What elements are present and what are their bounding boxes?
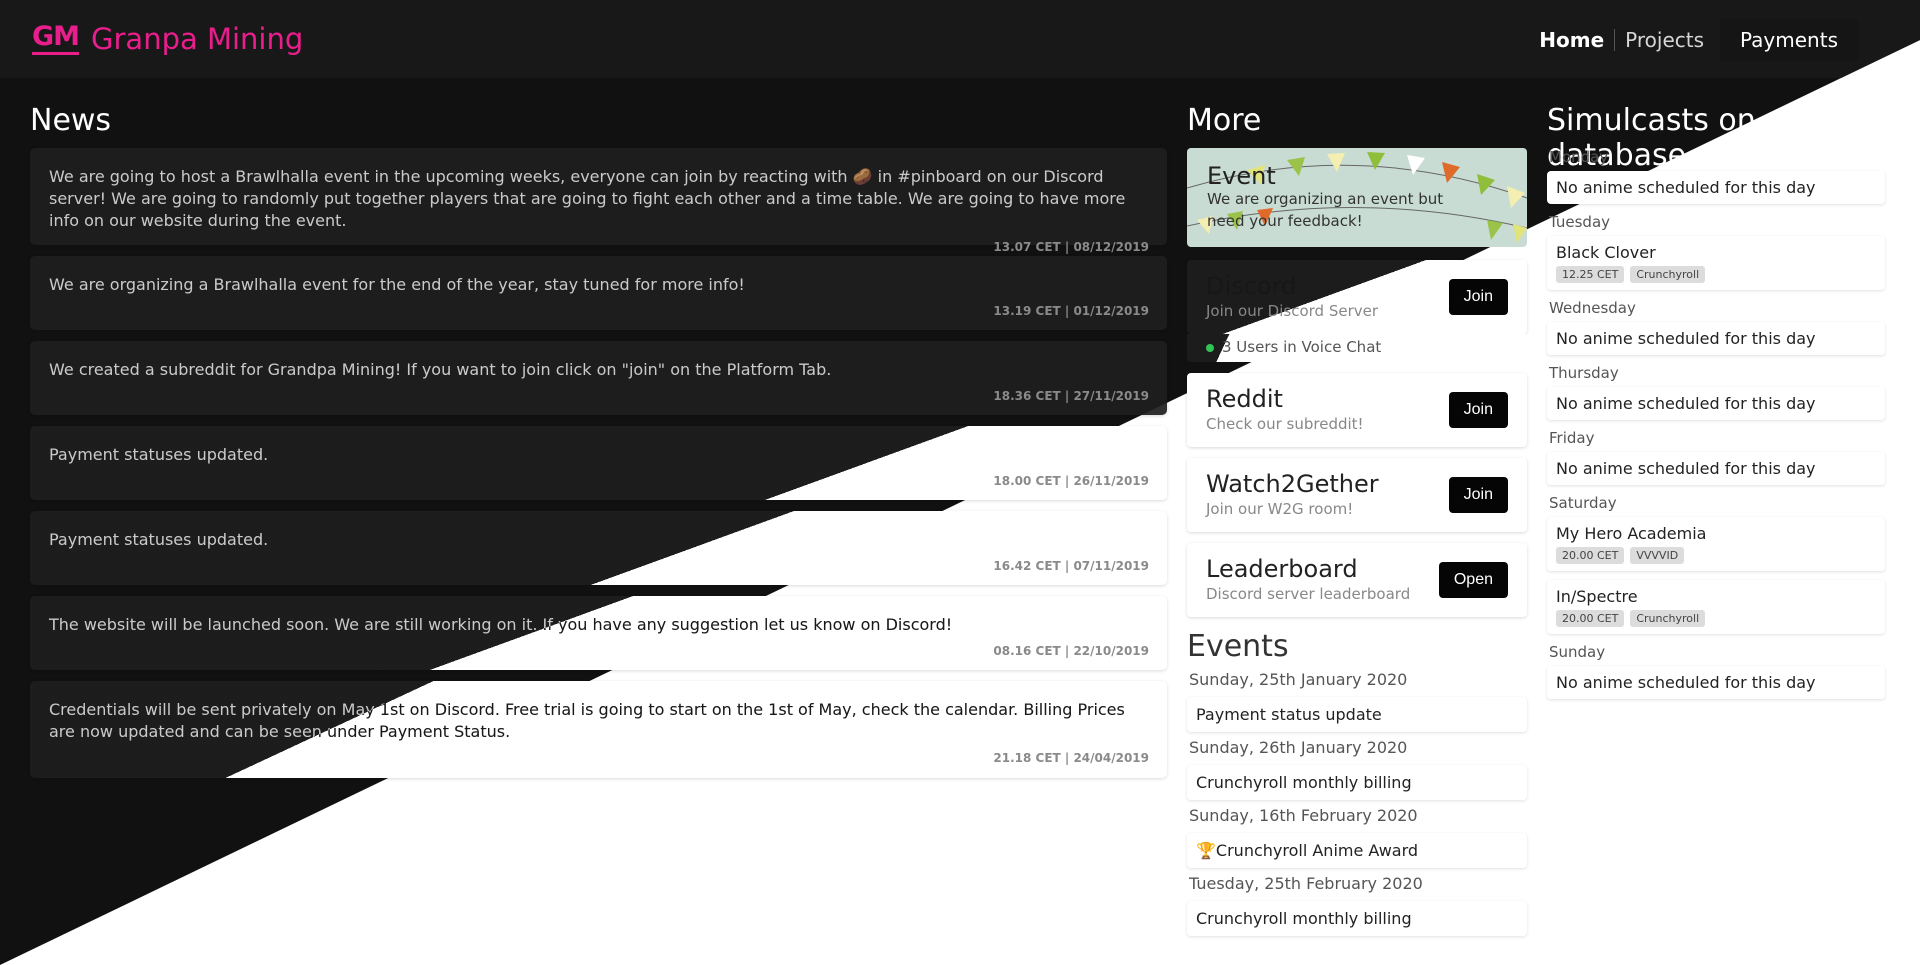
leaderboard-subtitle: Discord server leaderboard xyxy=(1206,585,1411,603)
news-item: Payment statuses updated. 16.42 CET | 07… xyxy=(30,511,1167,585)
sim-day-label: Thursday xyxy=(1549,364,1619,382)
watch2gether-subtitle: Join our W2G room! xyxy=(1206,500,1354,518)
news-text: The website will be launched soon. We ar… xyxy=(49,615,953,634)
reddit-join-button[interactable]: Join xyxy=(1448,392,1508,428)
news-list: We are going to host a Brawlhalla event … xyxy=(30,148,1167,789)
event-date: Tuesday, 25th February 2020 xyxy=(1189,874,1423,893)
events-title: Events xyxy=(1187,629,1289,664)
nav-projects[interactable]: Projects xyxy=(1617,28,1712,52)
more-column: Event We are organizing an event but nee… xyxy=(1187,148,1527,936)
news-time: 13.07 CET | 08/12/2019 xyxy=(993,240,1149,254)
more-title: More xyxy=(1187,103,1262,138)
sim-show-card[interactable]: My Hero Academia 20.00 CET VVVVID xyxy=(1547,517,1885,571)
watch2gether-card: Watch2Gether Join our W2G room! Join xyxy=(1187,458,1527,532)
news-item: The website will be launched soon. We ar… xyxy=(30,596,1167,670)
news-time: 16.42 CET | 07/11/2019 xyxy=(993,559,1149,573)
discord-join-button[interactable]: Join xyxy=(1448,279,1508,315)
news-time: 18.00 CET | 26/11/2019 xyxy=(993,474,1149,488)
event-date: Sunday, 25th January 2020 xyxy=(1189,670,1408,689)
main-nav: Home Projects Payments xyxy=(1531,18,1858,62)
news-text: Payment statuses updated. xyxy=(49,530,269,549)
event-date: Sunday, 16th February 2020 xyxy=(1189,806,1418,825)
news-time: 21.18 CET | 24/04/2019 xyxy=(993,751,1149,765)
brand-name: Granpa Mining xyxy=(91,22,304,56)
event-title: Event xyxy=(1207,162,1276,190)
sim-source-tag: Crunchyroll xyxy=(1630,610,1706,627)
sim-show-name: In/Spectre xyxy=(1556,587,1638,606)
sim-empty: No anime scheduled for this day xyxy=(1547,171,1885,204)
sim-day-label: Saturday xyxy=(1549,494,1617,512)
event-banner[interactable]: Event We are organizing an event but nee… xyxy=(1187,148,1527,247)
news-item: Payment statuses updated. 18.00 CET | 26… xyxy=(30,426,1167,500)
news-title: News xyxy=(30,103,112,138)
sim-day-label: Wednesday xyxy=(1549,299,1636,317)
news-text: Credentials will be sent privately on Ma… xyxy=(49,700,1125,741)
sim-show-name: My Hero Academia xyxy=(1556,524,1707,543)
brand-logo[interactable]: GM Granpa Mining xyxy=(32,22,303,56)
online-dot-icon xyxy=(1206,344,1214,352)
news-text: Payment statuses updated. xyxy=(49,445,269,464)
sim-day-label: Sunday xyxy=(1549,643,1606,661)
news-item: Credentials will be sent privately on Ma… xyxy=(30,681,1167,778)
sim-day-label: Tuesday xyxy=(1549,213,1611,231)
voice-chat-text: 3 Users in Voice Chat xyxy=(1222,338,1382,356)
nav-home[interactable]: Home xyxy=(1531,28,1612,52)
reddit-card: Reddit Check our subreddit! Join xyxy=(1187,373,1527,447)
discord-card: Discord Join our Discord Server Join xyxy=(1187,260,1527,334)
event-item[interactable]: Payment status update xyxy=(1187,697,1527,732)
event-item[interactable]: Crunchyroll monthly billing xyxy=(1187,765,1527,800)
sim-show-card[interactable]: In/Spectre 20.00 CET Crunchyroll xyxy=(1547,580,1885,634)
news-item: We are going to host a Brawlhalla event … xyxy=(30,148,1167,254)
sim-empty: No anime scheduled for this day xyxy=(1547,666,1885,699)
sim-time-tag: 20.00 CET xyxy=(1556,610,1625,627)
reddit-title: Reddit xyxy=(1206,385,1283,413)
sim-show-card[interactable]: Black Clover 12.25 CET Crunchyroll xyxy=(1547,236,1885,290)
watch2gether-title: Watch2Gether xyxy=(1206,470,1379,498)
event-description: We are organizing an event but need your… xyxy=(1207,190,1444,230)
sim-source-tag: Crunchyroll xyxy=(1630,266,1706,283)
sim-show-name: Black Clover xyxy=(1556,243,1656,262)
news-text: We created a subreddit for Grandpa Minin… xyxy=(49,360,832,379)
news-item: We created a subreddit for Grandpa Minin… xyxy=(30,341,1167,415)
leaderboard-title: Leaderboard xyxy=(1206,555,1358,583)
sim-empty: No anime scheduled for this day xyxy=(1547,452,1885,485)
sim-source-tag: VVVVID xyxy=(1630,547,1685,564)
reddit-subtitle: Check our subreddit! xyxy=(1206,415,1364,433)
news-text: We are going to host a Brawlhalla event … xyxy=(49,167,1126,230)
event-date: Sunday, 26th January 2020 xyxy=(1189,738,1408,757)
news-time: 18.36 CET | 27/11/2019 xyxy=(993,389,1149,403)
discord-subtitle: Join our Discord Server xyxy=(1206,302,1379,320)
nav-payments[interactable]: Payments xyxy=(1720,18,1858,62)
event-item[interactable]: Crunchyroll monthly billing xyxy=(1187,901,1527,936)
news-time: 13.19 CET | 01/12/2019 xyxy=(993,304,1149,318)
watch2gether-join-button[interactable]: Join xyxy=(1448,477,1508,513)
sim-time-tag: 12.25 CET xyxy=(1556,266,1625,283)
sim-day-label: Friday xyxy=(1549,429,1595,447)
sim-time-tag: 20.00 CET xyxy=(1556,547,1625,564)
sim-day-label: Monday xyxy=(1549,148,1609,166)
leaderboard-open-button[interactable]: Open xyxy=(1438,562,1508,598)
voice-chat-status: 3 Users in Voice Chat xyxy=(1187,334,1527,362)
sim-empty: No anime scheduled for this day xyxy=(1547,387,1885,420)
news-item: We are organizing a Brawlhalla event for… xyxy=(30,256,1167,330)
sim-empty: No anime scheduled for this day xyxy=(1547,322,1885,355)
discord-title: Discord xyxy=(1206,272,1297,300)
leaderboard-card: Leaderboard Discord server leaderboard O… xyxy=(1187,543,1527,617)
news-text: We are organizing a Brawlhalla event for… xyxy=(49,275,745,294)
brand-mark: GM xyxy=(32,23,80,55)
simulcasts-column: Monday No anime scheduled for this day T… xyxy=(1547,148,1885,708)
event-item[interactable]: 🏆Crunchyroll Anime Award xyxy=(1187,833,1527,868)
nav-divider xyxy=(1614,29,1616,51)
news-time: 08.16 CET | 22/10/2019 xyxy=(993,644,1149,658)
